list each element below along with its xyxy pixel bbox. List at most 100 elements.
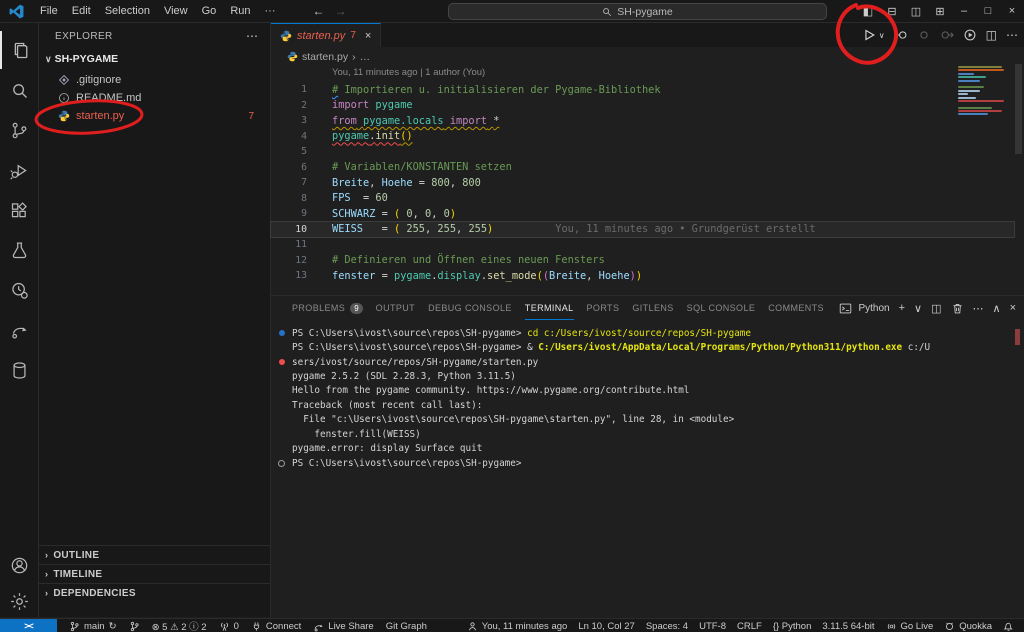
terminal-line: PS C:\Users\ivost\source\repos\SH-pygame…	[271, 456, 1024, 470]
breadcrumb[interactable]: starten.py › …	[271, 48, 1024, 65]
status-item---5----2----2[interactable]: ⊗ 5 ⚠ 2 ⓘ 2	[152, 619, 207, 632]
sidebar-section-outline[interactable]: ›OUTLINE	[39, 545, 270, 564]
menu-item-selection[interactable]: Selection	[98, 5, 157, 17]
layout-control-icon-2[interactable]: ◫	[904, 5, 928, 18]
status-item-ln-10--col-27[interactable]: Ln 10, Col 27	[578, 621, 635, 632]
activity-item-database[interactable]	[0, 351, 38, 389]
discard-icon[interactable]	[917, 28, 931, 42]
new-terminal-icon[interactable]: +	[899, 302, 905, 314]
python-icon	[287, 51, 298, 62]
sidebar-more-icon[interactable]: ⋯	[246, 29, 258, 43]
split-editor-icon[interactable]: ◫	[986, 28, 997, 42]
panel-tabs: PROBLEMS9 OUTPUT DEBUG CONSOLE TERMINAL PORT…	[292, 296, 824, 320]
title-bar: FileEditSelectionViewGoRun··· ← → SH-pyg…	[0, 0, 1024, 23]
status-item-right-9[interactable]	[1003, 621, 1014, 632]
panel-tab-debug-console[interactable]: DEBUG CONSOLE	[428, 297, 512, 320]
status-item-connect[interactable]: Connect	[251, 621, 301, 632]
tab-close-icon[interactable]: ×	[365, 30, 371, 42]
nav-back-icon[interactable]: ←	[313, 4, 325, 18]
command-center-search[interactable]: SH-pygame	[448, 3, 827, 20]
maximize-panel-icon[interactable]: ∧	[993, 302, 1001, 315]
status-item-0[interactable]: 0	[219, 621, 239, 632]
activity-item-live-share[interactable]	[0, 311, 38, 349]
more-actions-icon[interactable]: ⋯	[1006, 28, 1018, 42]
terminal-icon[interactable]	[839, 302, 852, 315]
status-item-you--11-minutes-ago[interactable]: You, 11 minutes ago	[467, 621, 568, 632]
status-item-go-live[interactable]: Go Live	[886, 621, 934, 632]
minimize-icon[interactable]: –	[952, 5, 976, 17]
activity-item-testing[interactable]	[0, 231, 38, 269]
panel-tab-comments[interactable]: COMMENTS	[768, 297, 824, 320]
file-item--gitignore[interactable]: .gitignore	[39, 71, 270, 89]
nav-forward-icon[interactable]: →	[335, 4, 347, 18]
activity-item-explorer[interactable]	[0, 31, 40, 69]
activity-item-run-debug[interactable]	[0, 151, 38, 189]
status-item-spaces--4[interactable]: Spaces: 4	[646, 621, 688, 632]
layout-control-icon-3[interactable]: ⊞	[928, 5, 952, 18]
command-decoration-blue[interactable]	[279, 330, 285, 336]
next-change-icon[interactable]	[940, 28, 954, 42]
open-changes-icon[interactable]	[963, 28, 977, 42]
terminal-output[interactable]: PS C:\Users\ivost\source\repos\SH-pygame…	[271, 326, 1024, 470]
activity-item-extensions[interactable]	[0, 191, 38, 229]
panel-tab-problems[interactable]: PROBLEMS9	[292, 297, 363, 320]
status-item-live-share[interactable]: Live Share	[313, 621, 373, 632]
close-icon[interactable]: ×	[1000, 5, 1024, 17]
status-item-main[interactable]: main↻	[69, 621, 117, 632]
chevron-right-icon: ›	[45, 569, 48, 579]
activity-item-account[interactable]	[0, 546, 38, 584]
menu-item-run[interactable]: Run	[223, 5, 257, 17]
tab-starten-py[interactable]: starten.py 7 ×	[271, 23, 381, 47]
terminal-dropdown-icon[interactable]: ∨	[914, 302, 922, 315]
menu-item-[interactable]: ···	[258, 5, 283, 17]
layout-control-icon-0[interactable]: ◧	[856, 5, 880, 18]
status-item-3-11-5-64-bit[interactable]: 3.11.5 64-bit	[822, 621, 874, 632]
gitlens-codelens[interactable]: You, 11 minutes ago | 1 author (You)	[332, 67, 485, 78]
activity-item-settings[interactable]	[0, 582, 38, 620]
file-item-readme-md[interactable]: README.md	[39, 89, 270, 107]
tree-root-sh-pygame[interactable]: ∨ SH-PYGAME	[45, 53, 118, 65]
activity-item-history[interactable]	[0, 271, 38, 309]
terminal-shell-label[interactable]: Python	[858, 303, 889, 314]
code-token: ,	[586, 270, 598, 282]
split-terminal-icon[interactable]: ◫	[931, 302, 941, 315]
command-decoration-red[interactable]	[279, 359, 285, 365]
activity-item-source-control[interactable]	[0, 111, 38, 149]
run-icon[interactable]	[862, 28, 876, 42]
code-editor[interactable]: 1# Importieren u. initialisieren der Pyg…	[271, 82, 1014, 284]
layout-control-icon-1[interactable]: ⊟	[880, 5, 904, 18]
status-item-git-graph[interactable]: Git Graph	[386, 621, 427, 632]
minimap[interactable]	[958, 66, 1010, 117]
run-dropdown-icon[interactable]: ∨	[879, 31, 885, 40]
maximize-icon[interactable]: □	[976, 5, 1000, 17]
command-decoration-hollow[interactable]	[278, 460, 285, 467]
sidebar-section-dependencies[interactable]: ›DEPENDENCIES	[39, 583, 270, 602]
terminal-text: sers/ivost/source/repos/SH-pygame/starte…	[292, 357, 538, 368]
menu-item-go[interactable]: Go	[195, 5, 224, 17]
search-icon	[602, 7, 612, 17]
panel-tab-output[interactable]: OUTPUT	[376, 297, 415, 320]
panel-tab-sql-console[interactable]: SQL CONSOLE	[687, 297, 756, 320]
close-panel-icon[interactable]: ×	[1010, 302, 1016, 314]
status-item-quokka[interactable]: Quokka	[944, 621, 992, 632]
panel-tab-label: COMMENTS	[768, 303, 824, 313]
menu-item-edit[interactable]: Edit	[65, 5, 98, 17]
trash-icon[interactable]	[951, 302, 964, 315]
status-right: You, 11 minutes ago Ln 10, Col 27 Spaces: …	[467, 621, 1014, 632]
panel-tab-ports[interactable]: PORTS	[587, 297, 620, 320]
menu-item-view[interactable]: View	[157, 5, 195, 17]
activity-item-search[interactable]	[0, 71, 38, 109]
remote-indicator[interactable]: ><	[0, 619, 57, 632]
panel-more-icon[interactable]: ⋯	[973, 302, 984, 315]
menu-item-file[interactable]: File	[33, 5, 65, 17]
panel-tab-gitlens[interactable]: GITLENS	[632, 297, 673, 320]
status-item----python[interactable]: {} Python	[773, 621, 812, 632]
panel-tab-terminal[interactable]: TERMINAL	[525, 296, 574, 320]
status-item-crlf[interactable]: CRLF	[737, 621, 762, 632]
sidebar-section-timeline[interactable]: ›TIMELINE	[39, 564, 270, 583]
prev-change-icon[interactable]	[894, 28, 908, 42]
status-item-utf-8[interactable]: UTF-8	[699, 621, 726, 632]
editor-scrollbar[interactable]	[1015, 64, 1022, 154]
status-item-left-1[interactable]	[129, 621, 140, 632]
file-item-starten-py[interactable]: starten.py7	[39, 107, 270, 125]
